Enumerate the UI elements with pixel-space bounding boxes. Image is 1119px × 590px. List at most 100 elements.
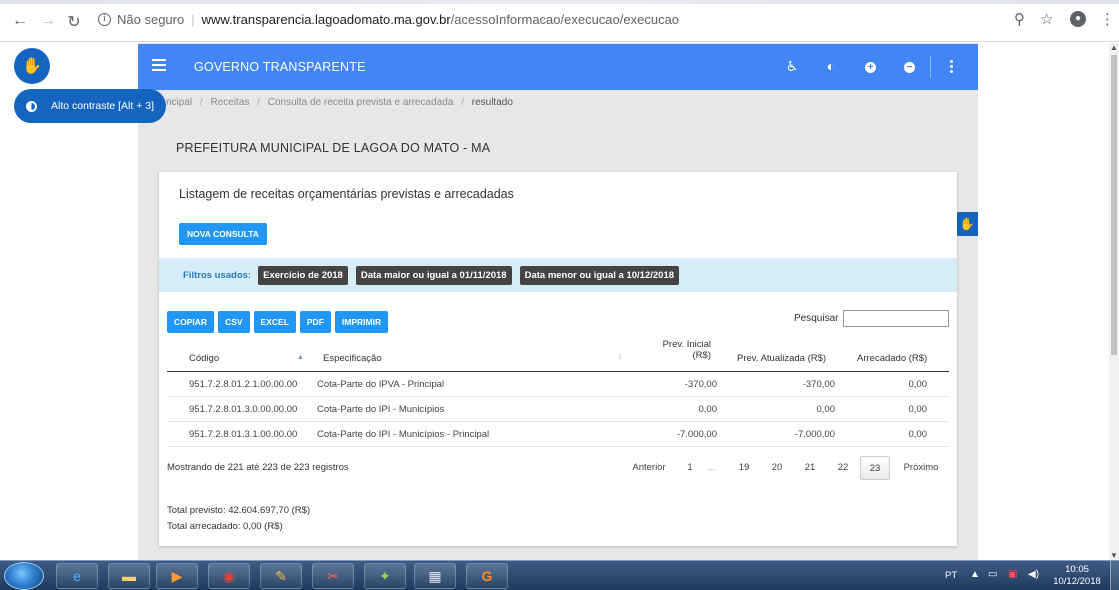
new-query-button[interactable]: NOVA CONSULTA (179, 223, 267, 245)
csv-button[interactable]: CSV (218, 311, 250, 333)
table-header: Código ▲ Especificação ⇕ Prev. Inicial (… (167, 336, 949, 372)
copy-button[interactable]: COPIAR (167, 311, 215, 333)
reload-icon[interactable]: ↻ (64, 12, 84, 32)
url-path: /acessoInformacao/execucao/execucao (450, 12, 680, 27)
filter-chip-data-fim: Data menor ou igual a 10/12/2018 (519, 265, 680, 285)
profile-icon[interactable]: ● (1070, 11, 1086, 27)
column-header-prev-inicial-line2: (R$) (692, 350, 711, 361)
ie-icon[interactable]: e (56, 563, 98, 589)
clock-time: 10:05 (1065, 564, 1089, 575)
menu-icon[interactable] (152, 59, 166, 74)
table-row: 951.7.2.8.01.3.0.00.00.00 Cota-Parte do … (167, 397, 949, 422)
url-host: www.transparencia.lagoadomato.ma.gov.br (201, 12, 451, 27)
paint-icon[interactable]: ✎ (260, 563, 302, 589)
filter-chip-exercicio: Exercício de 2018 (258, 265, 348, 285)
snipping-icon[interactable]: ✂ (312, 563, 354, 589)
breadcrumb-item-home[interactable]: ncipal (166, 97, 192, 108)
pagination-page[interactable]: 1 (681, 456, 699, 480)
header-divider (930, 56, 931, 78)
breadcrumb-separator: / (461, 97, 464, 108)
pdf-icon[interactable]: G (466, 563, 508, 589)
zoom-in-icon[interactable]: + (865, 62, 876, 73)
export-buttons: COPIAR CSV EXCEL PDF IMPRIMIR (167, 311, 392, 333)
start-icon[interactable] (4, 562, 44, 590)
back-icon[interactable]: ← (10, 12, 30, 30)
folder-icon[interactable]: ▬ (108, 563, 150, 589)
column-header-especificacao[interactable]: Especificação (323, 353, 382, 364)
sort-icon[interactable]: ⇕ (617, 353, 623, 361)
zoom-icon[interactable]: ⚲ (1014, 10, 1025, 28)
cell-prev-atualizada: 0,00 (816, 404, 836, 415)
scroll-down-icon[interactable]: ▼ (1110, 551, 1118, 560)
search-label: Pesquisar (794, 313, 839, 324)
media-player-icon[interactable]: ▶ (156, 563, 198, 589)
security-label: Não seguro (117, 12, 185, 27)
excel-button[interactable]: EXCEL (253, 311, 296, 333)
cell-prev-atualizada: -370,00 (802, 379, 835, 390)
column-header-codigo[interactable]: Código (189, 353, 219, 364)
star-icon[interactable]: ☆ (1040, 10, 1053, 28)
filters-bar: Filtros usados: Exercício de 2018 Data m… (159, 258, 957, 292)
column-header-prev-inicial[interactable]: Prev. Inicial (R$) (653, 339, 711, 361)
pagination-page[interactable]: 22 (833, 456, 853, 480)
address-bar[interactable]: i Não seguro | www.transparencia.lagoado… (98, 12, 679, 27)
chrome-icon[interactable]: ◉ (208, 563, 250, 589)
app-icon[interactable]: ✦ (364, 563, 406, 589)
pagination-page[interactable]: 20 (767, 456, 787, 480)
filter-chip-data-inicio: Data maior ou igual a 01/11/2018 (355, 265, 512, 285)
table-row: 951.7.2.8.01.3.1.00.00.00 Cota-Parte do … (167, 422, 949, 447)
table-row: 951.7.2.8.01.2.1.00.00.00 Cota-Parte do … (167, 372, 949, 397)
cell-codigo: 951.7.2.8.01.3.1.00.00.00 (189, 429, 298, 440)
scrollbar-thumb[interactable] (1111, 55, 1117, 355)
show-desktop-button[interactable] (1110, 561, 1119, 590)
sign-language-icon[interactable]: ✋ (14, 48, 50, 84)
table-info: Mostrando de 221 até 223 de 223 registro… (167, 462, 349, 473)
browser-menu-icon[interactable]: ⋮ (1100, 10, 1115, 28)
tray-arrow-icon[interactable]: ▲ (970, 569, 980, 580)
column-header-prev-inicial-line1: Prev. Inicial (662, 339, 711, 350)
taskbar: e ▬ ▶ ◉ ✎ ✂ ✦ ▦ G PT ▲ ▭ ▣ ◀) 10:05 10/1… (0, 560, 1119, 590)
pagination-next[interactable]: Próximo (899, 456, 943, 480)
pagination-ellipsis: ... (707, 462, 715, 473)
contrast-toggle-icon (26, 100, 37, 112)
contrast-icon[interactable]: ◐ (822, 58, 840, 74)
scroll-up-icon[interactable]: ▲ (1110, 43, 1118, 52)
column-header-prev-atualizada[interactable]: Prev. Atualizada (R$) (737, 353, 826, 364)
pagination-previous[interactable]: Anterior (629, 456, 669, 480)
url-divider: | (191, 12, 195, 27)
cell-especificacao: Cota-Parte do IPI - Municípios - Princip… (317, 429, 490, 440)
total-arrecadado: Total arrecadado: 0,00 (R$) (167, 521, 283, 532)
calculator-icon[interactable]: ▦ (414, 563, 456, 589)
network-icon[interactable]: ▣ (1008, 569, 1017, 580)
filters-label: Filtros usados: (183, 269, 252, 281)
tray-app-icon[interactable]: ▭ (988, 569, 997, 580)
pagination-page-current[interactable]: 23 (860, 456, 890, 480)
language-indicator[interactable]: PT (945, 570, 957, 581)
scrollbar[interactable]: ▲ ▼ (1109, 43, 1119, 560)
breadcrumb-item-consulta[interactable]: Consulta de receita prevista e arrecadad… (268, 97, 454, 108)
cell-especificacao: Cota-Parte do IPVA - Principal (317, 379, 445, 390)
more-icon[interactable] (950, 60, 954, 75)
breadcrumb-separator: / (199, 97, 203, 108)
forward-icon[interactable]: → (38, 12, 58, 30)
volume-icon[interactable]: ◀) (1028, 569, 1039, 580)
page-title: PREFEITURA MUNICIPAL DE LAGOA DO MATO - … (176, 141, 491, 155)
vlibras-icon[interactable]: ✋ (956, 212, 978, 236)
total-previsto: Total previsto: 42.604.697,70 (R$) (167, 505, 311, 516)
high-contrast-button[interactable]: Alto contraste [Alt + 3] (14, 89, 166, 123)
column-header-arrecadado[interactable]: Arrecadado (R$) (857, 353, 927, 364)
accessibility-icon[interactable]: ♿ (783, 58, 801, 75)
app-header: GOVERNO TRANSPARENTE ♿ ◐ + − (138, 44, 978, 90)
search-input[interactable] (843, 310, 949, 327)
pagination-page[interactable]: 21 (800, 456, 820, 480)
pdf-button[interactable]: PDF (299, 311, 331, 333)
info-icon[interactable]: i (98, 13, 111, 26)
cell-especificacao: Cota-Parte do IPI - Municípios (317, 404, 445, 415)
pagination-page[interactable]: 19 (734, 456, 754, 480)
clock[interactable]: 10:05 10/12/2018 (1050, 564, 1104, 588)
sort-asc-icon[interactable]: ▲ (297, 354, 304, 361)
cell-prev-inicial: -7.000,00 (676, 429, 717, 440)
breadcrumb-item-receitas[interactable]: Receitas (210, 97, 249, 108)
print-button[interactable]: IMPRIMIR (334, 311, 389, 333)
zoom-out-icon[interactable]: − (904, 62, 915, 73)
